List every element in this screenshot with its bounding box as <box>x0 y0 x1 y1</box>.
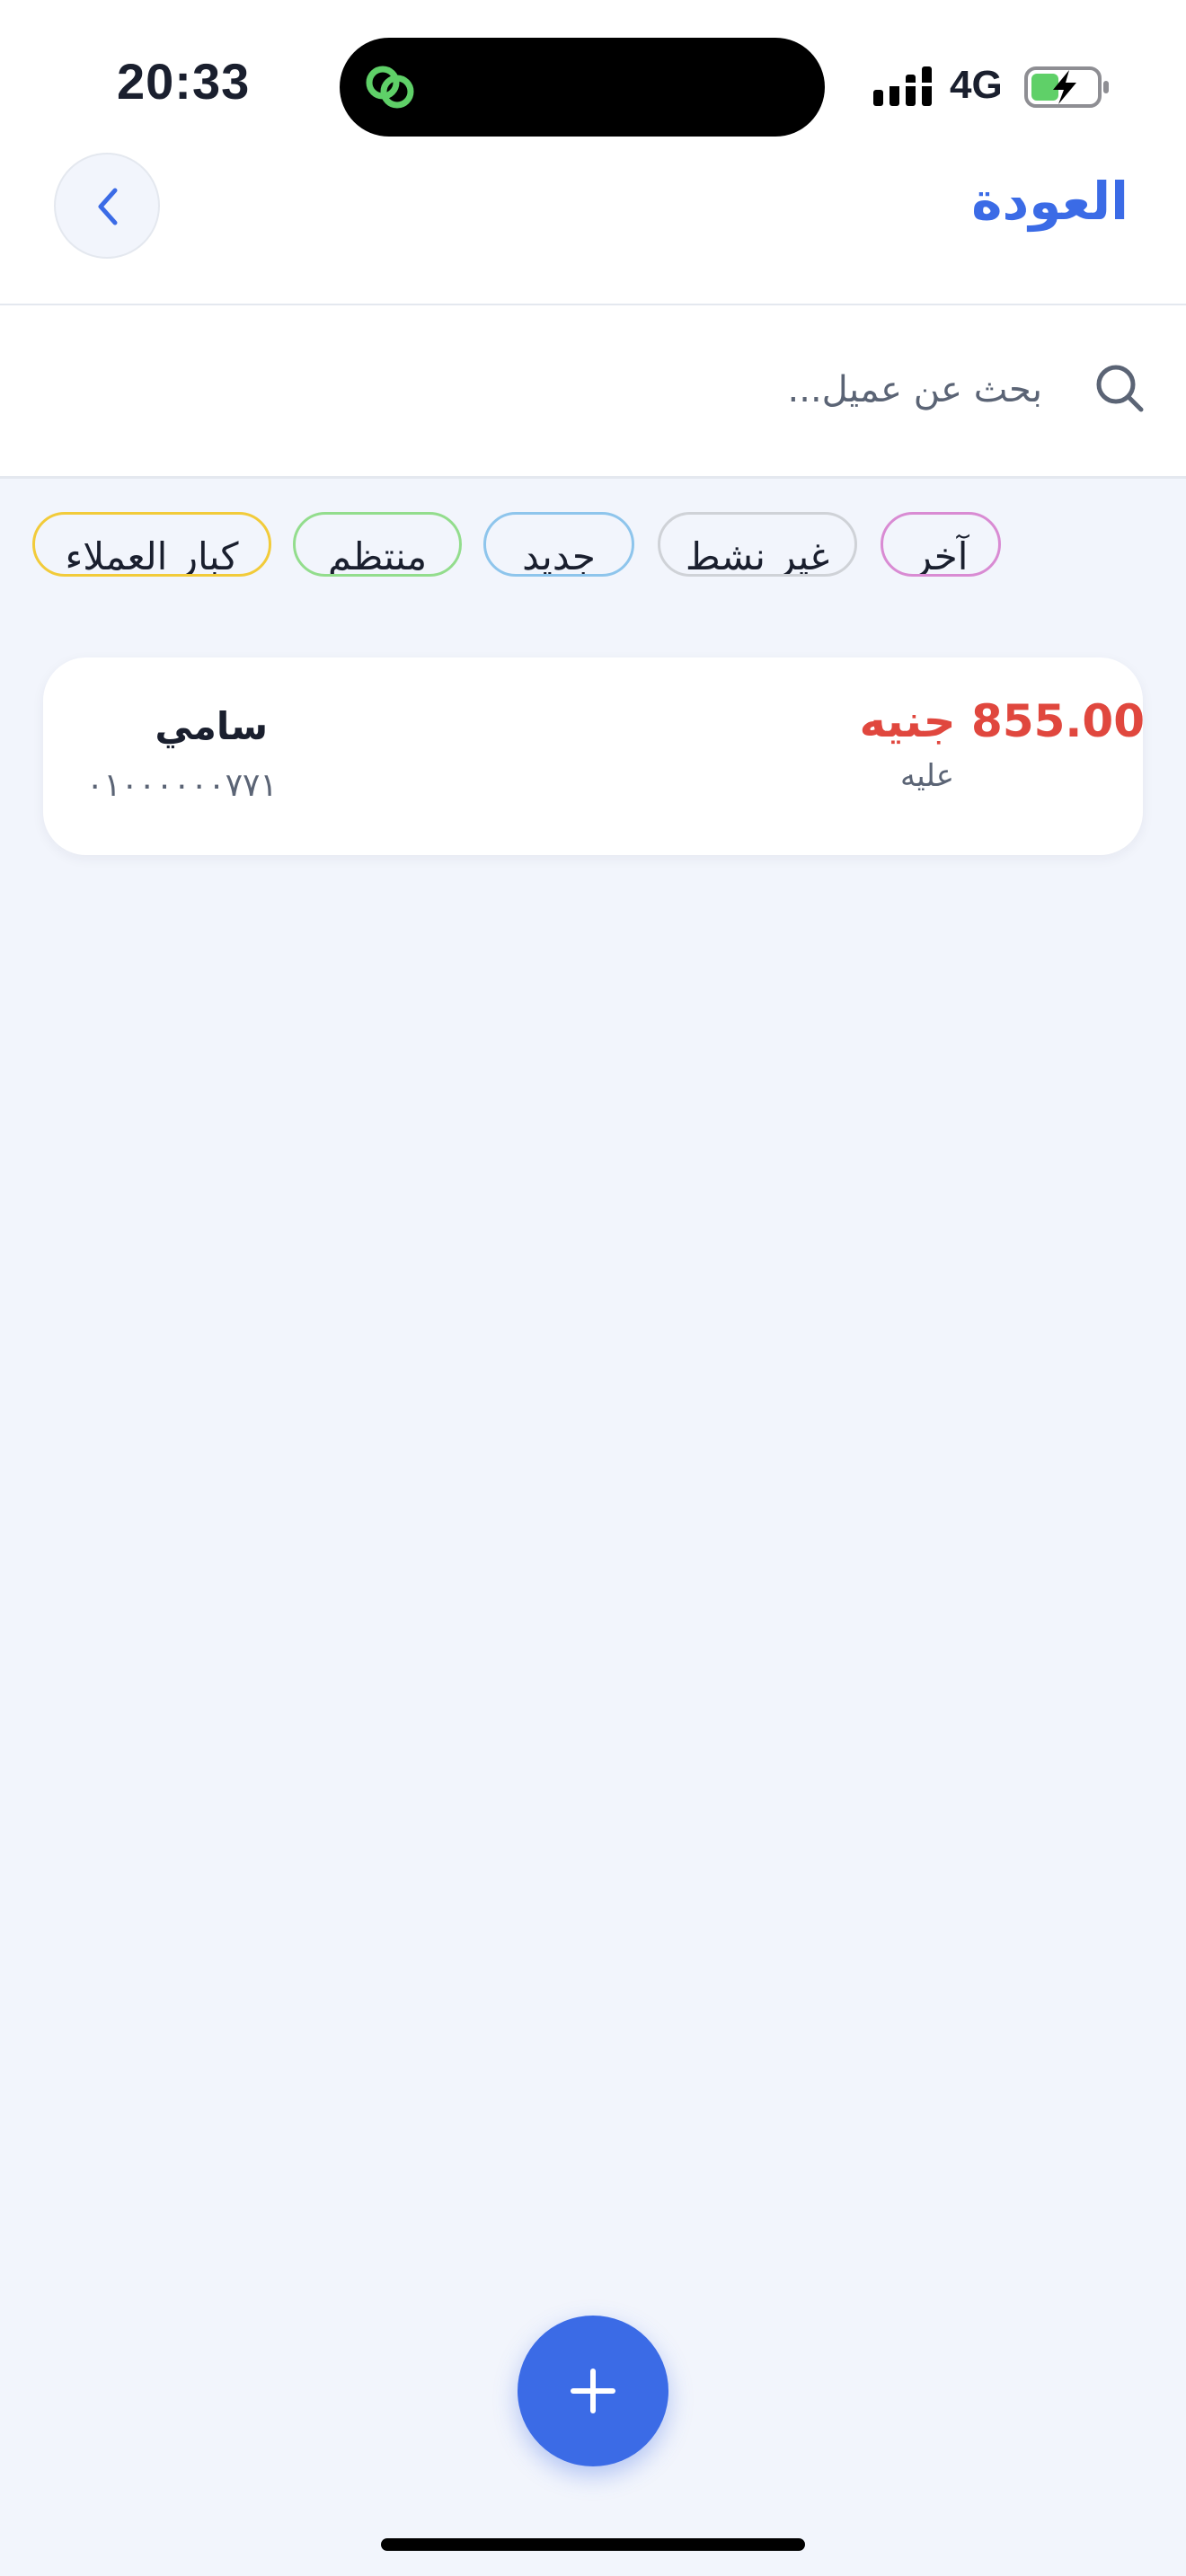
plus-icon <box>571 2369 615 2413</box>
header: العودة <box>0 153 1186 305</box>
search-icon <box>1096 365 1144 412</box>
balance-label: عليه <box>899 758 954 794</box>
chevron-left-icon <box>98 188 118 225</box>
status-bar: 20:33 4G <box>0 0 1186 153</box>
customer-phone: ٠١٠٠٠٠٠٠٧٧١ <box>86 767 278 804</box>
customer-name: سامي <box>155 704 268 748</box>
filter-chips: كبار العملاء منتظم جديد غير نشط آخر <box>0 510 1186 584</box>
battery-charging-icon <box>1024 66 1109 108</box>
status-time: 20:33 <box>117 53 251 110</box>
home-indicator[interactable] <box>381 2538 805 2551</box>
back-link[interactable]: العودة <box>971 171 1128 232</box>
link-icon <box>366 66 414 109</box>
filter-chip-other[interactable]: آخر <box>881 512 1001 577</box>
filter-chip-new[interactable]: جديد <box>483 512 634 577</box>
chip-label: غير نشط <box>685 534 830 577</box>
add-customer-button[interactable] <box>518 2316 668 2466</box>
search-bar <box>0 305 1186 479</box>
chip-label: آخر <box>913 534 969 577</box>
network-type: 4G <box>950 63 1003 107</box>
chip-label: منتظم <box>327 534 428 577</box>
chip-label: كبار العملاء <box>65 534 239 577</box>
chip-label: جديد <box>522 534 596 577</box>
signal-icon <box>873 66 933 106</box>
search-input[interactable] <box>232 357 1044 422</box>
filter-chip-inactive[interactable]: غير نشط <box>658 512 857 577</box>
dynamic-island <box>340 38 825 137</box>
back-button[interactable] <box>54 153 160 259</box>
filter-chip-vip[interactable]: كبار العملاء <box>32 512 271 577</box>
filter-chip-regular[interactable]: منتظم <box>293 512 462 577</box>
customer-balance: 855.00 جنيه <box>859 695 1145 747</box>
customer-card[interactable]: سامي ٠١٠٠٠٠٠٠٧٧١ 855.00 جنيه عليه <box>43 657 1145 855</box>
